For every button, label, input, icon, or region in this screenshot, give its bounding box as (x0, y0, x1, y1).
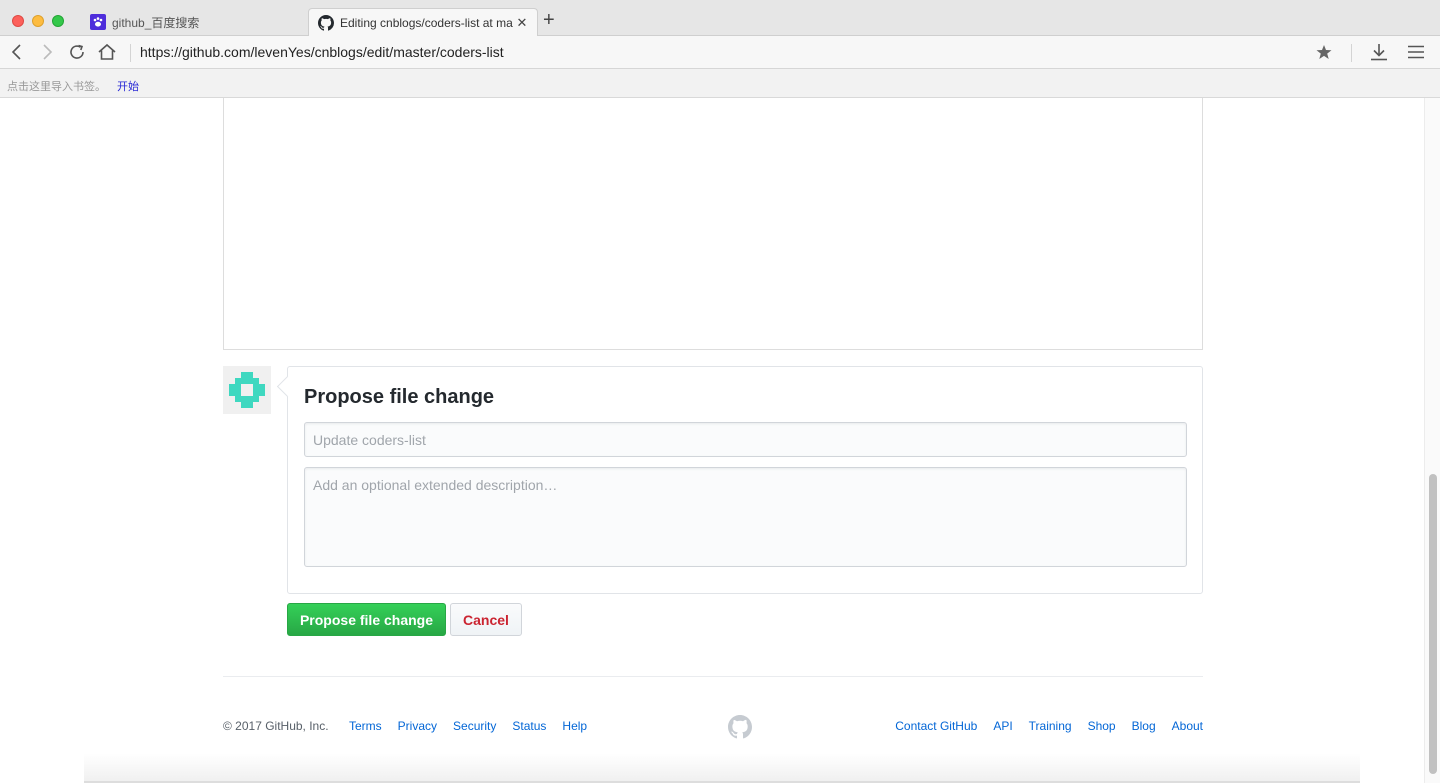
footer-links-left: Terms Privacy Security Status Help (349, 719, 587, 733)
bookmark-star-icon[interactable] (1314, 42, 1334, 62)
footer-link-about[interactable]: About (1172, 719, 1203, 733)
footer-link-api[interactable]: API (993, 719, 1012, 733)
back-icon[interactable] (7, 42, 27, 62)
close-tab-icon[interactable]: ✕ (513, 15, 531, 31)
forward-icon[interactable] (37, 42, 57, 62)
bookmark-start[interactable]: 开始 (117, 78, 139, 94)
close-window-button[interactable] (12, 15, 24, 27)
tab-bar: github_百度搜索 Editing cnblogs/coders-list … (0, 0, 1440, 37)
footer-link-shop[interactable]: Shop (1088, 719, 1116, 733)
menu-icon[interactable] (1406, 42, 1426, 62)
bookmarks-import-hint[interactable]: 点击这里导入书签。 (7, 78, 106, 94)
footer-divider (223, 676, 1203, 677)
tab-baidu-search[interactable]: github_百度搜索 (82, 8, 308, 36)
scrollbar-thumb[interactable] (1429, 474, 1437, 774)
new-tab-icon[interactable]: + (543, 10, 555, 30)
github-mark-icon[interactable] (728, 715, 752, 739)
commit-form: Propose file change (287, 366, 1203, 594)
avatar[interactable] (223, 366, 271, 414)
address-bar[interactable]: https://github.com/levenYes/cnblogs/edit… (140, 44, 504, 60)
commit-form-title: Propose file change (304, 386, 495, 408)
propose-file-change-button[interactable]: Propose file change (287, 603, 446, 636)
footer-link-contact[interactable]: Contact GitHub (895, 719, 977, 733)
github-edit-page: Propose file change Propose file change … (0, 98, 1440, 783)
download-icon[interactable] (1369, 42, 1389, 62)
commit-description-input[interactable] (304, 467, 1187, 567)
tab-title: Editing cnblogs/coders-list at master · … (340, 16, 513, 30)
navigation-bar: https://github.com/levenYes/cnblogs/edit… (0, 36, 1440, 69)
url-separator (130, 44, 131, 62)
site-footer: © 2017 GitHub, Inc. Terms Privacy Securi… (223, 715, 1203, 739)
footer-link-help[interactable]: Help (562, 719, 587, 733)
github-icon (318, 15, 334, 31)
reload-icon[interactable] (67, 42, 87, 62)
home-icon[interactable] (97, 42, 117, 62)
footer-link-terms[interactable]: Terms (349, 719, 382, 733)
footer-links-right: Contact GitHub API Training Shop Blog Ab… (895, 719, 1203, 733)
footer-link-security[interactable]: Security (453, 719, 496, 733)
minimize-window-button[interactable] (32, 15, 44, 27)
baidu-paw-icon (90, 14, 106, 30)
footer-link-blog[interactable]: Blog (1132, 719, 1156, 733)
copyright: © 2017 GitHub, Inc. (223, 719, 329, 733)
tab-title: github_百度搜索 (112, 15, 200, 30)
vertical-scrollbar[interactable] (1424, 98, 1440, 783)
commit-summary-input[interactable] (304, 422, 1187, 457)
file-editor[interactable] (223, 98, 1203, 350)
toolbar-separator (1351, 44, 1352, 62)
cancel-button[interactable]: Cancel (450, 603, 522, 636)
tab-github-editing[interactable]: Editing cnblogs/coders-list at master · … (308, 8, 538, 37)
footer-link-status[interactable]: Status (512, 719, 546, 733)
bookmarks-bar: 点击这里导入书签。 开始 (0, 69, 1440, 98)
zoom-window-button[interactable] (52, 15, 64, 27)
bottom-edge-shadow (84, 753, 1360, 783)
footer-link-training[interactable]: Training (1029, 719, 1072, 733)
footer-link-privacy[interactable]: Privacy (398, 719, 437, 733)
